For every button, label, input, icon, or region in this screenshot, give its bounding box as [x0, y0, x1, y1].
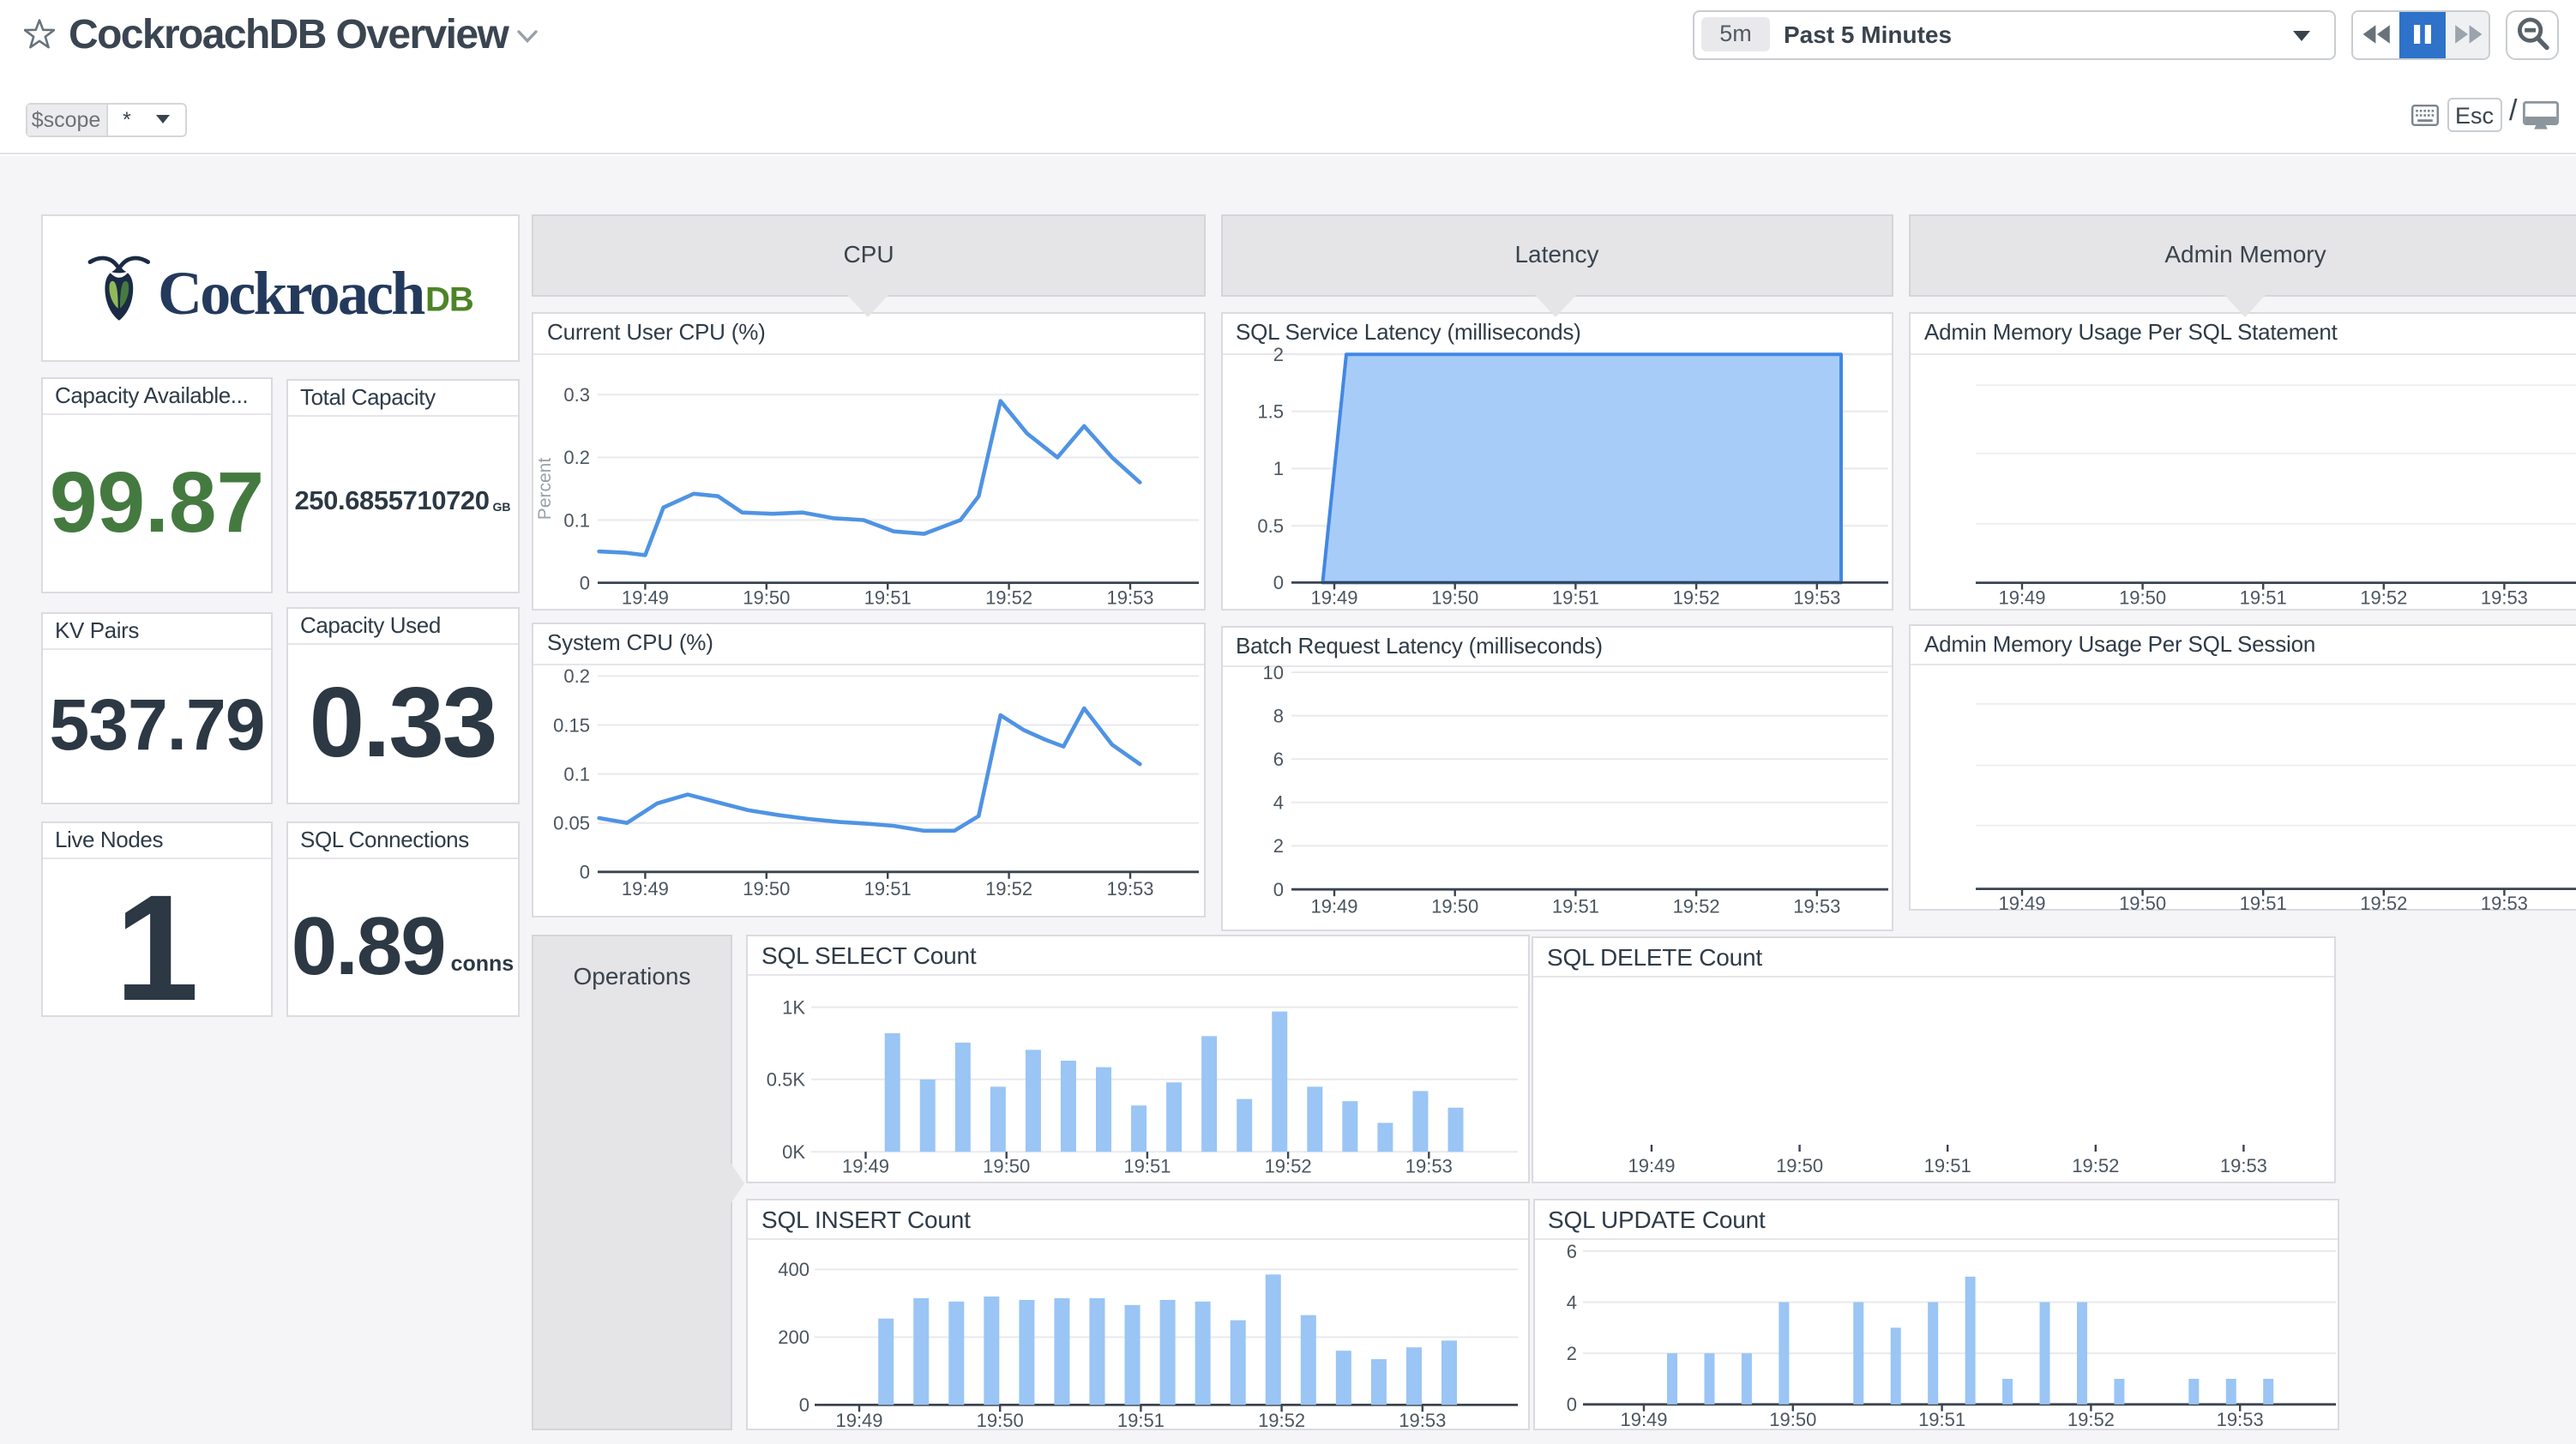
svg-text:19:53: 19:53 [2481, 587, 2528, 608]
svg-text:19:49: 19:49 [1309, 894, 1357, 916]
svg-text:2: 2 [1273, 834, 1283, 856]
svg-text:19:50: 19:50 [1776, 1155, 1823, 1176]
svg-text:19:49: 19:49 [1998, 587, 2045, 608]
svg-text:19:49: 19:49 [622, 878, 669, 899]
svg-text:19:50: 19:50 [2119, 893, 2166, 914]
svg-text:19:50: 19:50 [1430, 587, 1478, 608]
svg-text:0: 0 [1566, 1394, 1576, 1416]
svg-text:19:52: 19:52 [2360, 587, 2407, 608]
svg-text:19:52: 19:52 [2067, 1410, 2114, 1431]
svg-text:19:50: 19:50 [983, 1154, 1030, 1176]
svg-text:19:52: 19:52 [2072, 1155, 2119, 1176]
svg-text:19:51: 19:51 [1924, 1155, 1971, 1176]
svg-text:19:51: 19:51 [1551, 587, 1598, 608]
svg-text:19:51: 19:51 [1117, 1410, 1165, 1431]
svg-text:19:49: 19:49 [622, 587, 669, 608]
svg-text:19:52: 19:52 [1265, 1154, 1312, 1176]
svg-text:19:51: 19:51 [1551, 894, 1598, 916]
svg-text:19:50: 19:50 [743, 587, 790, 608]
svg-text:0: 0 [580, 862, 590, 883]
svg-text:19:49: 19:49 [835, 1410, 882, 1431]
svg-text:19:53: 19:53 [2220, 1155, 2267, 1176]
svg-text:0.5: 0.5 [1256, 514, 1283, 536]
svg-text:0: 0 [1273, 571, 1283, 593]
svg-text:19:52: 19:52 [2360, 893, 2407, 914]
svg-text:19:51: 19:51 [1123, 1154, 1171, 1176]
svg-text:19:51: 19:51 [2240, 587, 2287, 608]
svg-text:10: 10 [1262, 661, 1283, 683]
svg-text:2: 2 [1273, 343, 1283, 364]
svg-text:19:49: 19:49 [1998, 893, 2045, 914]
svg-text:0.3: 0.3 [563, 383, 590, 405]
svg-text:1: 1 [1273, 457, 1283, 478]
svg-text:19:49: 19:49 [842, 1154, 889, 1176]
svg-text:6: 6 [1273, 748, 1283, 769]
svg-text:19:49: 19:49 [1619, 1410, 1666, 1431]
svg-text:200: 200 [778, 1327, 810, 1349]
svg-text:8: 8 [1273, 704, 1283, 725]
svg-text:19:53: 19:53 [1792, 894, 1839, 916]
svg-text:0.05: 0.05 [553, 812, 590, 833]
svg-text:2: 2 [1566, 1344, 1576, 1365]
svg-text:Cockroach: Cockroach [158, 259, 424, 328]
svg-text:19:53: 19:53 [1405, 1154, 1453, 1176]
svg-text:19:50: 19:50 [1430, 894, 1478, 916]
svg-text:19:51: 19:51 [1917, 1410, 1965, 1431]
svg-text:1K: 1K [782, 996, 805, 1017]
svg-text:DB: DB [425, 281, 473, 319]
svg-text:19:53: 19:53 [1792, 587, 1839, 608]
svg-text:19:49: 19:49 [1628, 1155, 1675, 1176]
svg-text:0.15: 0.15 [553, 714, 590, 736]
svg-text:0.2: 0.2 [563, 665, 590, 687]
svg-text:19:50: 19:50 [977, 1410, 1024, 1431]
svg-text:0: 0 [580, 572, 590, 593]
svg-text:19:53: 19:53 [2481, 893, 2528, 914]
svg-text:0.5K: 0.5K [767, 1068, 806, 1090]
svg-text:19:50: 19:50 [1768, 1410, 1815, 1431]
svg-text:19:49: 19:49 [1309, 587, 1357, 608]
svg-text:19:52: 19:52 [1672, 894, 1719, 916]
svg-text:19:52: 19:52 [985, 587, 1032, 608]
svg-text:0.1: 0.1 [563, 763, 590, 785]
svg-text:19:53: 19:53 [1106, 878, 1153, 899]
svg-text:19:53: 19:53 [2216, 1410, 2263, 1431]
svg-text:400: 400 [778, 1260, 810, 1281]
svg-text:6: 6 [1566, 1241, 1576, 1262]
svg-text:0.2: 0.2 [563, 446, 590, 467]
svg-text:19:53: 19:53 [1106, 587, 1153, 608]
svg-text:0.1: 0.1 [563, 508, 590, 530]
svg-text:19:51: 19:51 [2240, 893, 2287, 914]
svg-text:0K: 0K [782, 1140, 805, 1162]
svg-text:4: 4 [1566, 1292, 1576, 1314]
svg-text:Percent: Percent [535, 457, 555, 520]
svg-text:19:53: 19:53 [1399, 1410, 1446, 1431]
svg-text:19:52: 19:52 [1258, 1410, 1305, 1431]
svg-text:0: 0 [1273, 878, 1283, 899]
svg-text:19:50: 19:50 [2119, 587, 2166, 608]
svg-text:19:51: 19:51 [864, 878, 912, 899]
svg-text:4: 4 [1273, 791, 1283, 813]
svg-text:1.5: 1.5 [1256, 400, 1283, 422]
svg-text:19:52: 19:52 [1672, 587, 1719, 608]
svg-text:19:52: 19:52 [985, 878, 1032, 899]
svg-text:0: 0 [799, 1395, 810, 1417]
svg-text:19:50: 19:50 [743, 878, 790, 899]
svg-text:19:51: 19:51 [864, 587, 912, 608]
